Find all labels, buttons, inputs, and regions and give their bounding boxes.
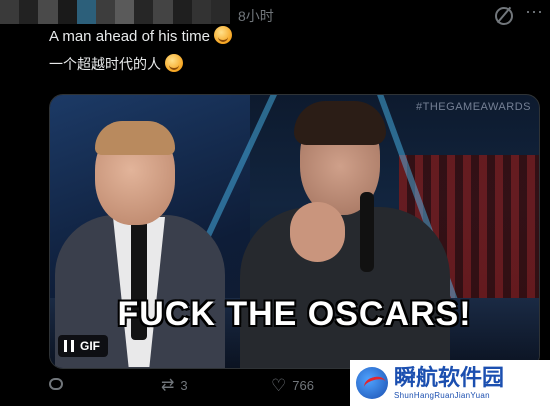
post-text-chinese-label: 一个超越时代的人: [49, 56, 161, 72]
reply-icon: [49, 378, 63, 390]
post-text-chinese: 一个超越时代的人: [49, 54, 183, 74]
pause-icon[interactable]: [64, 340, 74, 352]
site-logo-name-cn: 瞬航软件园: [394, 365, 505, 391]
more-options-icon[interactable]: ⋯: [525, 2, 544, 23]
grok-icon[interactable]: [495, 7, 513, 25]
post-text-english: A man ahead of his time: [49, 26, 232, 45]
site-logo-name-en: ShunHangRuanJianYuan: [394, 390, 490, 400]
gif-play-control[interactable]: GIF: [58, 335, 108, 357]
event-watermark: #THEGAMEAWARDS: [416, 101, 531, 113]
smiling-face-icon: [213, 26, 232, 44]
gif-caption: FUCK THE OSCARS!: [117, 295, 472, 333]
like-count: 766: [292, 378, 314, 393]
pixelated-username-area: [0, 0, 230, 24]
retweet-button[interactable]: ⇄ 3: [161, 376, 188, 394]
heart-icon: ♡: [271, 375, 287, 395]
post-timestamp[interactable]: 8小时: [238, 6, 274, 26]
retweet-count: 3: [180, 378, 188, 393]
site-logo-icon: [356, 367, 388, 399]
like-button[interactable]: ♡ 766: [271, 375, 314, 395]
gif-media[interactable]: #THEGAMEAWARDS FUCK THE OSCARS! GIF: [49, 94, 540, 369]
site-logo: 瞬航软件园 ShunHangRuanJianYuan: [350, 360, 550, 406]
smiling-face-icon: [165, 54, 183, 72]
gif-label: GIF: [80, 339, 100, 353]
reply-button[interactable]: [49, 378, 63, 390]
retweet-icon: ⇄: [161, 376, 175, 394]
post-text-english-label: A man ahead of his time: [49, 28, 210, 45]
post-actions: ⇄ 3 ♡ 766: [49, 375, 349, 398]
